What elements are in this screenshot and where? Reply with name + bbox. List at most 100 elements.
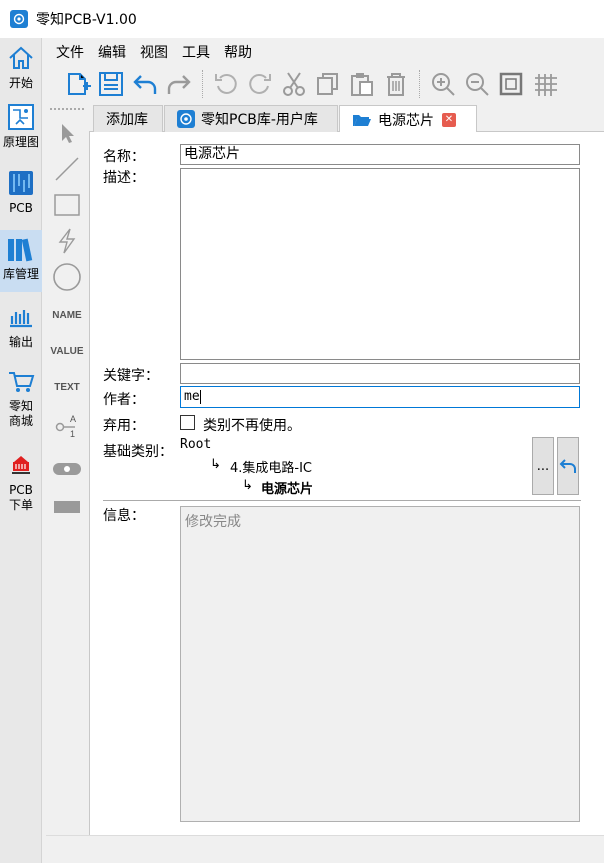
nav-item-shop[interactable]: 零知 商城 <box>0 364 42 436</box>
pin-tool[interactable]: A1 <box>50 410 84 440</box>
polyline-tool[interactable] <box>50 226 84 256</box>
name-tool[interactable]: NAME <box>50 300 84 330</box>
name-input[interactable]: 电源芯片 <box>180 144 580 165</box>
undo-button[interactable] <box>128 68 162 100</box>
grid-icon <box>535 74 557 96</box>
paste-button[interactable] <box>345 68 379 100</box>
circle-tool[interactable] <box>50 262 84 292</box>
tab-label: 电源芯片 <box>378 112 434 129</box>
deprecated-checkbox[interactable] <box>180 415 195 430</box>
value-tool[interactable]: VALUE <box>50 336 84 366</box>
redo-icon <box>167 75 191 94</box>
left-navigation: 开始 原理图 PCB 库管理 输出 零知 商城 PCB 下单 <box>0 38 42 863</box>
author-value: me <box>184 389 200 404</box>
lightning-icon <box>58 228 76 254</box>
toolbar <box>42 66 604 102</box>
reset-category-button[interactable] <box>557 437 579 495</box>
new-icon <box>68 73 91 95</box>
category-level2: 电源芯片 <box>261 482 314 497</box>
copy-button[interactable] <box>311 68 345 100</box>
svg-text:1: 1 <box>70 429 75 439</box>
app-logo-icon <box>10 10 28 28</box>
grid-button[interactable] <box>528 68 562 100</box>
pcb-icon <box>9 171 33 195</box>
author-input[interactable]: me <box>180 386 580 408</box>
line-tool[interactable] <box>50 154 84 184</box>
deprecated-checkbox-label[interactable]: 类别不再使用。 <box>203 415 301 435</box>
nav-item-schematic[interactable]: 原理图 <box>0 100 42 160</box>
nav-label: PCB <box>9 483 33 497</box>
tab-power-chip[interactable]: 电源芯片 ✕ <box>339 105 477 133</box>
zoom-in-button[interactable] <box>426 68 460 100</box>
delete-icon <box>387 73 405 96</box>
tab-user-library[interactable]: 零知PCB库-用户库 <box>164 105 338 132</box>
pad-tool[interactable] <box>50 454 84 484</box>
svg-text:A: A <box>70 414 76 424</box>
menu-edit[interactable]: 编辑 <box>98 42 126 62</box>
palette-grip[interactable] <box>50 108 84 110</box>
description-textarea[interactable] <box>180 168 580 360</box>
info-textarea: 修改完成 <box>180 506 580 822</box>
home-icon <box>9 46 33 69</box>
nav-item-pcb[interactable]: PCB <box>0 166 42 226</box>
name-tool-label: NAME <box>52 309 82 321</box>
close-tab-icon[interactable]: ✕ <box>442 112 456 127</box>
rotate-right-icon <box>249 73 271 94</box>
delete-button[interactable] <box>379 68 413 100</box>
rectangle-icon <box>54 194 80 216</box>
deprecated-label: 弃用： <box>103 418 145 434</box>
circle-icon <box>53 263 81 291</box>
keyword-input[interactable] <box>180 363 580 384</box>
window-title: 零知PCB-V1.00 <box>36 12 137 28</box>
nav-label: 下单 <box>8 498 33 512</box>
pin-icon: A1 <box>55 414 76 439</box>
menu-tools[interactable]: 工具 <box>182 42 210 62</box>
rotate-left-button[interactable] <box>209 68 243 100</box>
menu-file[interactable]: 文件 <box>56 42 84 62</box>
output-icon <box>10 310 32 328</box>
drawing-tools-palette: NAME VALUE TEXT A1 <box>46 106 88 863</box>
tab-label: 零知PCB库-用户库 <box>201 112 318 128</box>
cut-button[interactable] <box>277 68 311 100</box>
menu-view[interactable]: 视图 <box>140 42 168 62</box>
nav-item-library[interactable]: 库管理 <box>0 230 42 292</box>
rotate-right-button[interactable] <box>243 68 277 100</box>
save-icon <box>99 72 123 96</box>
fit-view-button[interactable] <box>494 68 528 100</box>
redo-button[interactable] <box>162 68 196 100</box>
nav-item-order[interactable]: PCB 下单 <box>0 448 42 522</box>
nav-label: PCB <box>9 201 33 215</box>
category-level1: 4.集成电路-IC <box>230 461 313 476</box>
schematic-icon <box>8 104 34 130</box>
base-category-label: 基础类别： <box>103 444 173 460</box>
tab-bar: 添加库 零知PCB库-用户库 电源芯片 ✕ <box>89 104 604 133</box>
nav-label: 零知 <box>8 399 33 413</box>
text-cursor <box>199 389 201 404</box>
paste-icon <box>351 73 373 96</box>
undo-icon <box>133 75 157 94</box>
menu-help[interactable]: 帮助 <box>224 42 252 62</box>
text-tool[interactable]: TEXT <box>50 372 84 402</box>
return-arrow-icon <box>559 459 576 473</box>
status-bar <box>46 835 604 863</box>
nav-label: 库管理 <box>2 267 39 281</box>
browse-category-button[interactable]: ... <box>532 437 554 495</box>
rotate-left-icon <box>215 73 237 94</box>
nav-label: 商城 <box>8 414 33 428</box>
nav-label: 开始 <box>8 76 33 90</box>
new-button[interactable] <box>60 68 94 100</box>
nav-item-output[interactable]: 输出 <box>0 300 42 358</box>
select-tool[interactable] <box>50 118 84 148</box>
toolbar-separator <box>419 70 420 98</box>
fill-tool[interactable] <box>50 492 84 522</box>
section-divider <box>103 500 581 501</box>
description-label: 描述： <box>103 170 145 186</box>
tab-add-library[interactable]: 添加库 <box>93 105 163 132</box>
nav-item-start[interactable]: 开始 <box>0 40 42 98</box>
zoom-out-button[interactable] <box>460 68 494 100</box>
fit-icon <box>499 72 523 96</box>
save-button[interactable] <box>94 68 128 100</box>
category-branch-arrow: ↳ <box>210 457 221 472</box>
rectangle-tool[interactable] <box>50 190 84 220</box>
title-bar: 零知PCB-V1.00 <box>0 0 604 38</box>
